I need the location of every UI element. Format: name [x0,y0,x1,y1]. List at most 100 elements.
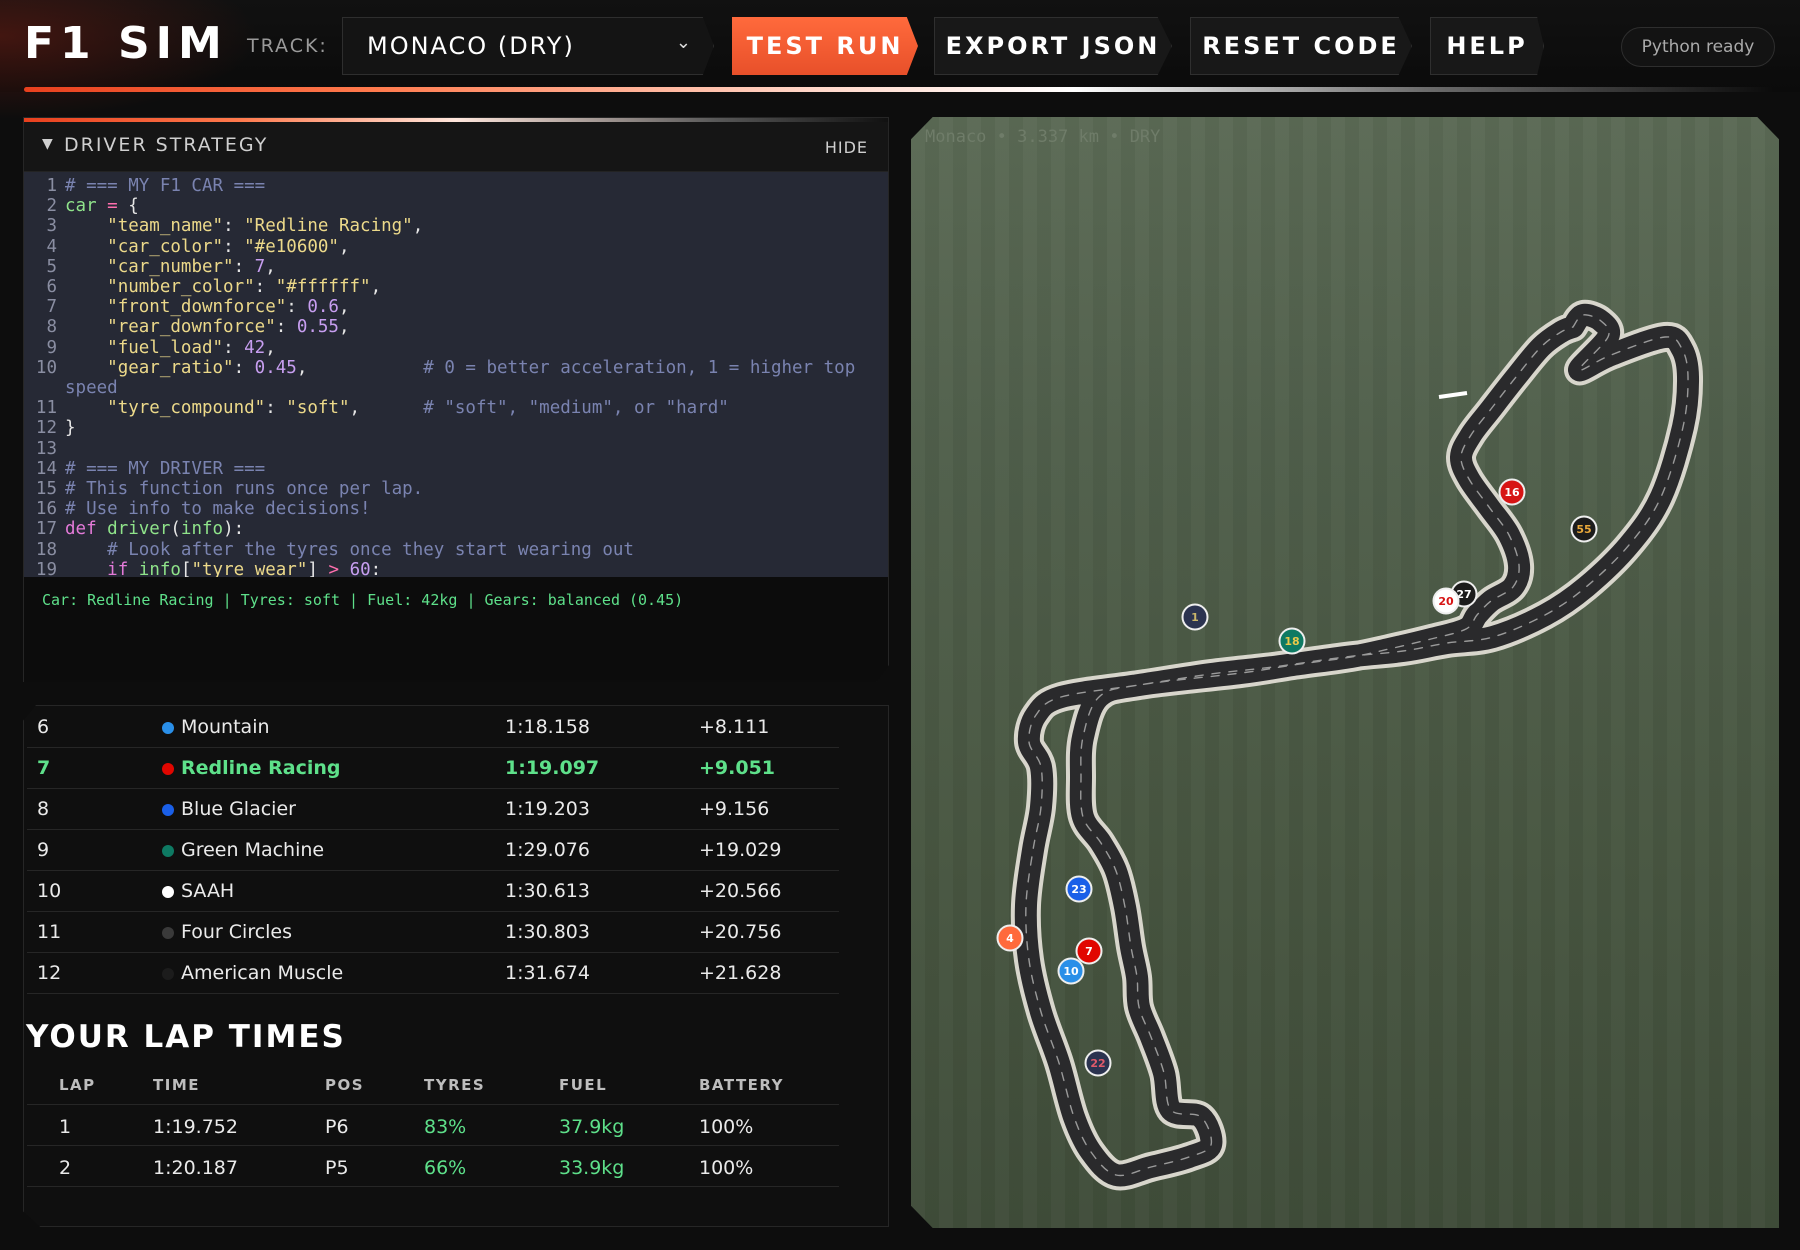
car-number: 55 [1576,523,1591,536]
line-number: 12 [35,418,57,439]
export-json-button[interactable]: EXPORT JSON [934,17,1172,75]
car-number: 10 [1063,965,1079,978]
code-line[interactable]: 17 def driver(info): [24,519,888,539]
code-text[interactable]: "number_color": "#ffffff", [57,277,872,297]
lap-number: 1 [59,1116,72,1138]
code-text[interactable]: "gear_ratio": 0.45, # 0 = better acceler… [57,358,872,398]
line-number: 18 [35,539,57,560]
code-text[interactable]: "team_name": "Redline Racing", [57,216,872,236]
code-text[interactable]: "front_downforce": 0.6, [57,297,872,317]
track-label: TRACK: [247,35,328,57]
lap-row: 2 1:20.187 P5 66% 33.9kg 100% [27,1146,839,1187]
line-number: 11 [35,398,57,419]
code-line[interactable]: 3 "team_name": "Redline Racing", [24,216,888,236]
code-line[interactable]: 1 # === MY F1 CAR === [24,176,888,196]
code-line[interactable]: 13 [24,439,888,459]
code-line[interactable]: 14 # === MY DRIVER === [24,459,888,479]
car-marker[interactable]: 55 [1570,515,1598,543]
code-line[interactable]: 5 "car_number": 7, [24,257,888,277]
code-text[interactable]: car = { [57,196,872,216]
reset-code-button[interactable]: RESET CODE [1190,17,1412,75]
car-marker[interactable]: 10 [1057,957,1085,985]
code-line[interactable]: 4 "car_color": "#e10600", [24,237,888,257]
code-text[interactable]: "rear_downforce": 0.55, [57,317,872,337]
team-color-dot [162,722,174,734]
car-marker[interactable]: 7 [1075,937,1103,965]
code-line[interactable]: 18 # Look after the tyres once they star… [24,540,888,560]
code-line[interactable]: 12} [24,418,888,438]
col-fuel: FUEL [559,1076,608,1094]
car-marker[interactable]: 18 [1278,627,1306,655]
code-text[interactable]: if info["tyre_wear"] > 60: [57,560,872,577]
lap-row: 1 1:19.752 P6 83% 37.9kg 100% [27,1105,839,1146]
track-map[interactable]: Monaco • 3.337 km • DRY 1 16 55 27 20 18 23 4 7 1… [911,117,1779,1228]
col-lap: LAP [59,1076,96,1094]
code-text[interactable]: def driver(info): [57,519,872,539]
code-text[interactable]: "car_number": 7, [57,257,872,277]
car-marker[interactable]: 22 [1084,1049,1112,1077]
standings-gap: +19.029 [699,839,782,861]
standings-pos: 7 [37,757,51,779]
standings-row: 12 American Muscle 1:31.674 +21.628 [27,953,839,994]
code-line[interactable]: 15 # This function runs once per lap. [24,479,888,499]
standings-team: Four Circles [181,921,293,943]
code-text[interactable]: # Use info to make decisions! [57,499,872,519]
line-number: 14 [35,458,57,479]
code-line[interactable]: 16 # Use info to make decisions! [24,499,888,519]
code-line[interactable]: 2 car = { [24,196,888,216]
code-line[interactable]: 6 "number_color": "#ffffff", [24,277,888,297]
standings-pos: 9 [37,839,50,861]
code-line[interactable]: 8 "rear_downforce": 0.55, [24,317,888,337]
code-text[interactable]: # Look after the tyres once they start w… [57,540,872,560]
standings-team: Blue Glacier [181,798,296,820]
line-number: 15 [35,479,57,500]
lap-fuel: 33.9kg [559,1157,625,1179]
track-select[interactable]: MONACO (DRY) ⌄ [342,17,714,75]
code-text[interactable]: # This function runs once per lap. [57,479,872,499]
hide-button[interactable]: HIDE [825,138,868,157]
console-output: Car: Redline Racing | Tyres: soft | Fuel… [24,577,888,682]
code-text[interactable]: "car_color": "#e10600", [57,237,872,257]
code-line[interactable]: 10 "gear_ratio": 0.45, # 0 = better acce… [24,358,888,398]
standings-time: 1:31.674 [505,962,590,984]
test-run-button[interactable]: TEST RUN [732,17,918,75]
code-text[interactable]: # === MY F1 CAR === [57,176,872,196]
code-editor[interactable]: 1 # === MY F1 CAR === 2 car = {3 "team_name… [24,172,888,577]
car-marker[interactable]: 4 [996,924,1024,952]
track-svg: 1165527201823471022 [996,299,1704,1191]
code-line[interactable]: 11 "tyre_compound": "soft", # "soft", "m… [24,398,888,418]
collapse-triangle-icon[interactable]: ▼ [42,136,53,152]
app-logo: F1 SIM [24,18,228,69]
line-number: 2 [46,196,57,217]
lap-tyres: 66% [424,1157,467,1179]
lap-battery: 100% [699,1116,754,1138]
team-color-dot [162,763,174,775]
car-marker[interactable]: 23 [1065,875,1093,903]
car-marker[interactable]: 16 [1498,478,1526,506]
standings-gap: +20.566 [699,880,782,902]
lap-fuel: 37.9kg [559,1116,625,1138]
line-number: 17 [35,519,57,540]
code-line[interactable]: 19 if info["tyre_wear"] > 60: [24,560,888,577]
code-line[interactable]: 7 "front_downforce": 0.6, [24,297,888,317]
code-text[interactable]: "fuel_load": 42, [57,338,872,358]
line-number: 9 [46,337,57,358]
help-button[interactable]: HELP [1430,17,1544,75]
col-battery: BATTERY [699,1076,785,1094]
standings-time: 1:19.203 [505,798,590,820]
car-number: 22 [1090,1057,1105,1070]
code-text[interactable]: "tyre_compound": "soft", # "soft", "medi… [57,398,872,418]
standings-time: 1:19.097 [505,757,600,779]
standings-time: 1:29.076 [505,839,590,861]
code-text[interactable]: # === MY DRIVER === [57,459,872,479]
standings-pos: 11 [37,921,62,943]
car-marker[interactable]: 20 [1432,587,1460,615]
code-text[interactable] [57,439,872,459]
car-marker[interactable]: 1 [1181,603,1209,631]
top-bar: F1 SIM TRACK: MONACO (DRY) ⌄ TEST RUN EX… [0,0,1800,120]
code-line[interactable]: 9 "fuel_load": 42, [24,338,888,358]
panel-header[interactable]: ▼ DRIVER STRATEGY HIDE [24,122,888,172]
lap-time: 1:20.187 [153,1157,238,1179]
standings-row: 6 Mountain 1:18.158 +8.111 [27,707,839,748]
code-text[interactable]: } [57,418,872,438]
